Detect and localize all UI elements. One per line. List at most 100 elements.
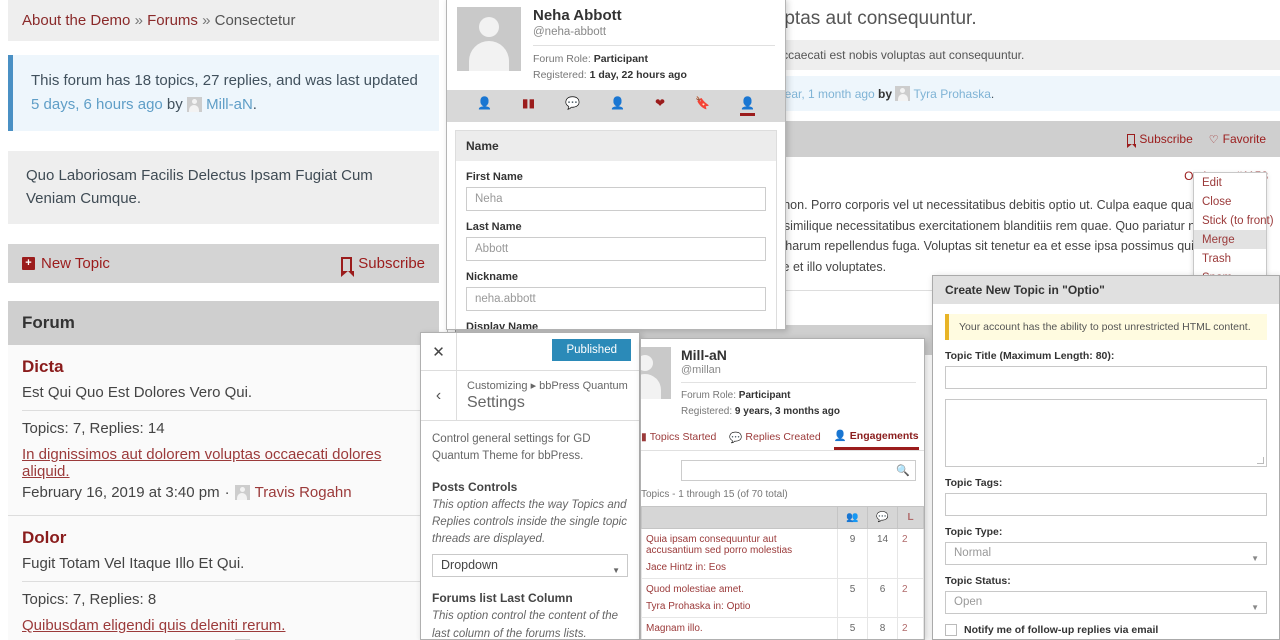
- table-row[interactable]: Quod molestiae amet. Tyra Prohaska in: O…: [642, 579, 924, 618]
- notify-checkbox-row[interactable]: Notify me of follow-up replies via email: [945, 624, 1267, 636]
- forum-list-item[interactable]: Dolor Fugit Totam Vel Itaque Illo Et Qui…: [8, 516, 439, 640]
- profile-name-card: Name First Name Neha Last Name Abbott Ni…: [455, 130, 777, 331]
- role-value: Participant: [594, 53, 648, 65]
- millan-result-count: Topics - 1 through 15 (of 70 total): [641, 485, 924, 506]
- bookmark-icon: [1127, 134, 1135, 144]
- forum-last-topic-link[interactable]: Quibusdam eligendi quis deleniti rerum.: [22, 617, 425, 634]
- person-icon[interactable]: 👤: [477, 97, 492, 116]
- tab-label: Topics Started: [650, 431, 717, 443]
- table-row[interactable]: Quia ipsam consequuntur aut accusantium …: [642, 529, 924, 579]
- forum-last-topic-link[interactable]: In dignissimos aut dolorem voluptas occa…: [22, 446, 425, 480]
- search-icon[interactable]: 🔍: [896, 464, 910, 477]
- tnotice-user-link[interactable]: Tyra Prohaska: [914, 87, 991, 101]
- profile-header: Neha Abbott @neha-abbott Forum Role: Par…: [447, 0, 785, 90]
- millan-name: Mill-aN: [681, 347, 916, 363]
- topic-tags-input[interactable]: [945, 493, 1267, 516]
- close-icon[interactable]: ✕: [421, 333, 457, 370]
- first-name-field[interactable]: Neha: [466, 187, 766, 211]
- forum-list-item[interactable]: Dicta Est Qui Quo Est Dolores Vero Qui. …: [8, 345, 439, 516]
- topic-status-select[interactable]: Open ▼: [945, 591, 1267, 614]
- forum-description: Quo Laboriosam Facilis Delectus Ipsam Fu…: [8, 151, 439, 224]
- card-title: Name: [456, 131, 776, 161]
- meta-sep: ·: [225, 484, 230, 501]
- forum-last-date: February 16, 2019 at 3:40 pm: [22, 484, 220, 501]
- tab-topics-started[interactable]: ▮Topics Started: [641, 429, 716, 450]
- topic-favorite-label: Favorite: [1223, 132, 1266, 146]
- topic-status-label: Topic Status:: [945, 575, 1267, 587]
- millan-header: Mill-aN @millan Forum Role: Participant …: [641, 339, 924, 423]
- menu-item-close[interactable]: Close: [1194, 192, 1266, 211]
- notify-checkbox[interactable]: [945, 624, 957, 636]
- millan-search-wrap: 🔍: [641, 451, 924, 485]
- menu-item-merge[interactable]: Merge: [1194, 230, 1266, 249]
- topic-subscribe-button[interactable]: Subscribe: [1127, 131, 1192, 147]
- breadcrumb-link-about[interactable]: About the Demo: [22, 12, 130, 29]
- nickname-label: Nickname: [466, 271, 766, 283]
- forum-archive-page: About the Demo » Forums » Consectetur Th…: [0, 0, 448, 640]
- tab-label: Engagements: [850, 430, 919, 442]
- display-name-label: Display Name: [466, 321, 766, 331]
- forum-subtitle: Fugit Totam Vel Itaque Illo Et Qui.: [22, 555, 425, 572]
- topic-favorite-button[interactable]: ♡Favorite: [1209, 131, 1266, 147]
- avatar: [457, 7, 521, 71]
- posts-controls-label: Posts Controls: [432, 480, 628, 494]
- comment-icon[interactable]: 💬: [565, 97, 580, 116]
- forum-last-meta: February 16, 2019 at 3:40 pm · Travis Ro…: [22, 484, 425, 501]
- menu-item-edit[interactable]: Edit: [1194, 173, 1266, 192]
- tnotice-by: by: [875, 87, 896, 101]
- divider: [22, 581, 425, 582]
- topic-subscribe-label: Subscribe: [1139, 132, 1192, 146]
- avatar: [235, 485, 250, 500]
- table-row[interactable]: Magnam illo. Glennie Gottlieb in: Enim 5…: [642, 618, 924, 640]
- last-name-field[interactable]: Abbott: [466, 237, 766, 261]
- tab-label: Replies Created: [745, 431, 820, 443]
- topic-type-label: Topic Type:: [945, 526, 1267, 538]
- heart-icon[interactable]: ❤: [655, 97, 665, 116]
- row-topic-title[interactable]: Magnam illo.: [646, 623, 833, 634]
- user-profile-panel: Neha Abbott @neha-abbott Forum Role: Par…: [446, 0, 786, 330]
- topic-title-input[interactable]: [945, 366, 1267, 389]
- notice-time-link[interactable]: 5 days, 6 hours ago: [31, 96, 163, 113]
- tab-replies-created[interactable]: 💬Replies Created: [729, 429, 820, 450]
- topic-status-value: Open: [954, 596, 982, 608]
- row-topic: Quod molestiae amet. Tyra Prohaska in: O…: [642, 579, 838, 618]
- row-topic-title[interactable]: Quia ipsam consequuntur aut accusantium …: [646, 534, 833, 556]
- person-icon-active[interactable]: 👤: [740, 97, 755, 116]
- customizer-description: Control general settings for GD Quantum …: [432, 431, 628, 466]
- subscribe-label: Subscribe: [358, 255, 425, 272]
- chevron-left-icon[interactable]: ‹: [421, 371, 457, 420]
- forum-title[interactable]: Dolor: [22, 528, 425, 548]
- topic-body-textarea[interactable]: [945, 399, 1267, 467]
- row-last: 2: [898, 529, 924, 579]
- avatar: [895, 86, 910, 101]
- topic-type-value: Normal: [954, 547, 991, 559]
- comment-icon: 💬: [729, 431, 742, 444]
- menu-item-trash[interactable]: Trash: [1194, 249, 1266, 268]
- publish-button[interactable]: Published: [552, 339, 631, 361]
- person-icon-2[interactable]: 👤: [610, 97, 625, 116]
- notice-user-link[interactable]: Mill-aN: [206, 96, 253, 113]
- bookmark-icon[interactable]: 🔖: [695, 97, 710, 116]
- customizer-breadcrumb: Customizing ▸ bbPress Quantum: [467, 379, 628, 392]
- posts-controls-select[interactable]: Dropdown ▼: [432, 554, 628, 577]
- search-input[interactable]: 🔍: [681, 460, 916, 481]
- menu-item-stick[interactable]: Stick (to front): [1194, 211, 1266, 230]
- millan-registered-label: Registered:: [681, 406, 732, 417]
- topic-type-select[interactable]: Normal ▼: [945, 542, 1267, 565]
- role-label: Forum Role:: [533, 53, 591, 65]
- nickname-field[interactable]: neha.abbott: [466, 287, 766, 311]
- post-options-menu[interactable]: Edit Close Stick (to front) Merge Trash …: [1193, 172, 1267, 288]
- new-topic-button[interactable]: + New Topic: [22, 255, 110, 272]
- registered-label: Registered:: [533, 69, 587, 81]
- folder-icon[interactable]: ▮▮: [522, 97, 535, 116]
- row-topic-title[interactable]: Quod molestiae amet.: [646, 584, 833, 595]
- millan-registered-value: 9 years, 3 months ago: [735, 406, 840, 417]
- profile-slug: @neha-abbott: [533, 26, 775, 38]
- breadcrumb-sep: »: [135, 12, 143, 29]
- forum-title[interactable]: Dicta: [22, 357, 425, 377]
- tab-engagements[interactable]: 👤Engagements: [834, 429, 919, 450]
- forum-last-user-link[interactable]: Travis Rogahn: [255, 484, 352, 501]
- subscribe-button[interactable]: Subscribe: [341, 255, 425, 272]
- millan-role-label: Forum Role:: [681, 390, 736, 401]
- breadcrumb-link-forums[interactable]: Forums: [147, 12, 198, 29]
